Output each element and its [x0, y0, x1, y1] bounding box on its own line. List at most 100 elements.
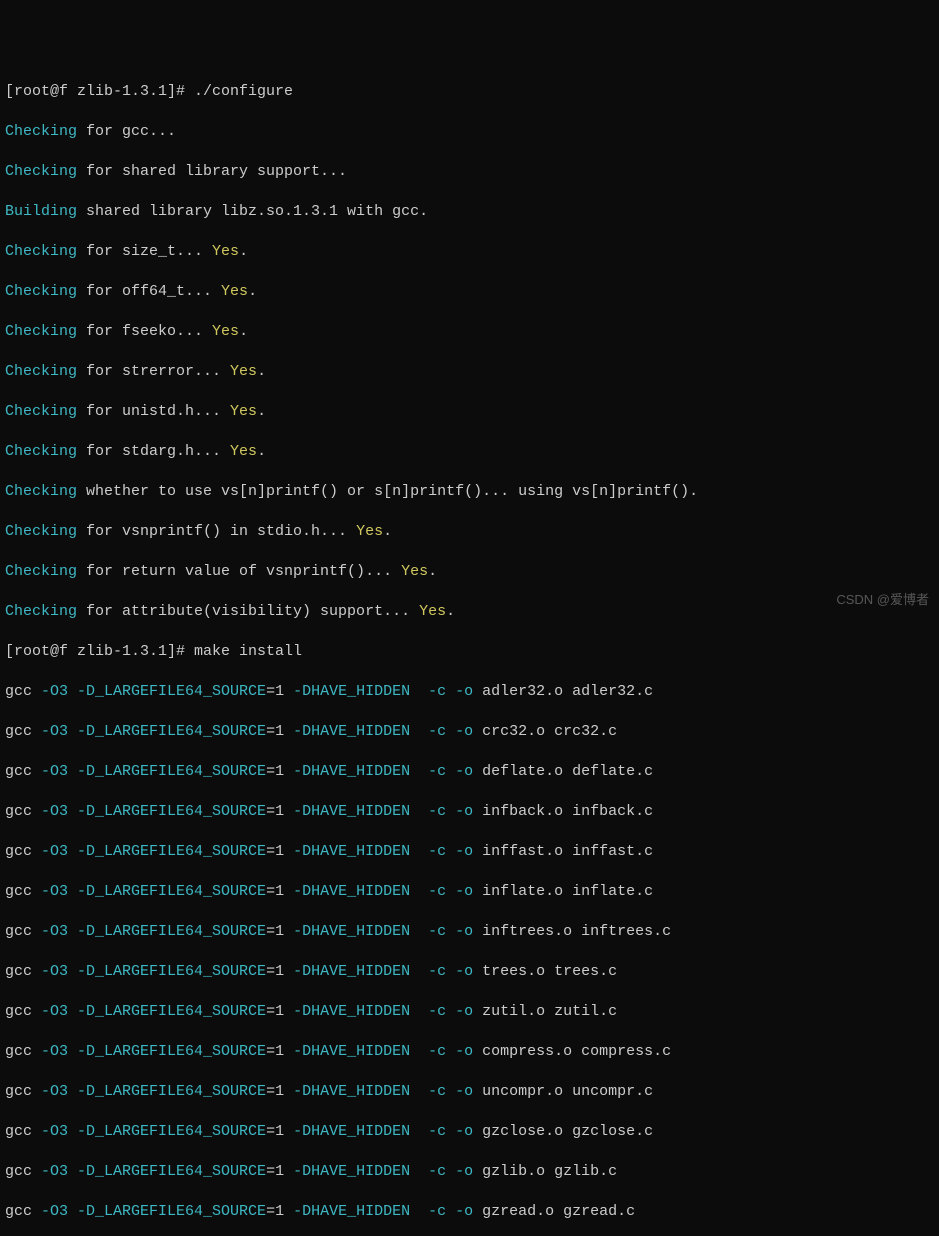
mid [410, 883, 428, 900]
dot: . [446, 603, 455, 620]
gcc-flag: -DHAVE_HIDDEN [293, 1123, 410, 1140]
gcc: gcc [5, 683, 41, 700]
terminal-line: gcc -O3 -D_LARGEFILE64_SOURCE=1 -DHAVE_H… [5, 722, 934, 742]
mid [410, 843, 428, 860]
output-text: for strerror... [77, 363, 230, 380]
status-checking: Checking [5, 323, 77, 340]
eq: =1 [266, 923, 293, 940]
mid [410, 963, 428, 980]
gcc-flag: -O3 -D_LARGEFILE64_SOURCE [41, 923, 266, 940]
mid [410, 683, 428, 700]
gcc-flag: -DHAVE_HIDDEN [293, 1043, 410, 1060]
status-checking: Checking [5, 563, 77, 580]
eq: =1 [266, 723, 293, 740]
status-checking: Checking [5, 283, 77, 300]
gcc-flag: -DHAVE_HIDDEN [293, 1083, 410, 1100]
eq: =1 [266, 763, 293, 780]
output-text: shared library libz.so.1.3.1 with gcc. [77, 203, 428, 220]
dot: . [248, 283, 257, 300]
gcc: gcc [5, 883, 41, 900]
status-yes: Yes [230, 403, 257, 420]
file: crc32.o crc32.c [473, 723, 617, 740]
status-checking: Checking [5, 123, 77, 140]
output-text: for unistd.h... [77, 403, 230, 420]
gcc: gcc [5, 843, 41, 860]
eq: =1 [266, 1003, 293, 1020]
status-checking: Checking [5, 403, 77, 420]
gcc-flag: -DHAVE_HIDDEN [293, 723, 410, 740]
gcc: gcc [5, 1043, 41, 1060]
watermark: CSDN @爱博者 [836, 590, 929, 610]
file: deflate.o deflate.c [473, 763, 653, 780]
terminal-line: gcc -O3 -D_LARGEFILE64_SOURCE=1 -DHAVE_H… [5, 1122, 934, 1142]
output-text: for return value of vsnprintf()... [77, 563, 401, 580]
gcc-flag: -DHAVE_HIDDEN [293, 843, 410, 860]
gcc: gcc [5, 963, 41, 980]
gcc-flag: -O3 -D_LARGEFILE64_SOURCE [41, 763, 266, 780]
status-yes: Yes [230, 363, 257, 380]
mid [410, 1163, 428, 1180]
gcc-flag: -O3 -D_LARGEFILE64_SOURCE [41, 843, 266, 860]
gcc-flag: -DHAVE_HIDDEN [293, 923, 410, 940]
terminal-line: gcc -O3 -D_LARGEFILE64_SOURCE=1 -DHAVE_H… [5, 1042, 934, 1062]
terminal-line: Checking for gcc... [5, 122, 934, 142]
dot: . [257, 363, 266, 380]
terminal-line: gcc -O3 -D_LARGEFILE64_SOURCE=1 -DHAVE_H… [5, 1162, 934, 1182]
status-yes: Yes [212, 243, 239, 260]
gcc-flag: -c -o [428, 1043, 473, 1060]
gcc-flag: -c -o [428, 963, 473, 980]
terminal-line: Checking for return value of vsnprintf()… [5, 562, 934, 582]
gcc-flag: -O3 -D_LARGEFILE64_SOURCE [41, 683, 266, 700]
terminal-line: gcc -O3 -D_LARGEFILE64_SOURCE=1 -DHAVE_H… [5, 1202, 934, 1222]
status-yes: Yes [221, 283, 248, 300]
prompt: [root@f zlib-1.3.1]# [5, 643, 194, 660]
terminal-line: gcc -O3 -D_LARGEFILE64_SOURCE=1 -DHAVE_H… [5, 1002, 934, 1022]
terminal-line: gcc -O3 -D_LARGEFILE64_SOURCE=1 -DHAVE_H… [5, 762, 934, 782]
terminal-line: Building shared library libz.so.1.3.1 wi… [5, 202, 934, 222]
eq: =1 [266, 1083, 293, 1100]
output-text: for stdarg.h... [77, 443, 230, 460]
gcc-flag: -c -o [428, 1163, 473, 1180]
status-yes: Yes [230, 443, 257, 460]
file: trees.o trees.c [473, 963, 617, 980]
dot: . [257, 403, 266, 420]
mid [410, 923, 428, 940]
gcc-flag: -c -o [428, 763, 473, 780]
output-text: for attribute(visibility) support... [77, 603, 419, 620]
mid [410, 1123, 428, 1140]
gcc-flag: -O3 -D_LARGEFILE64_SOURCE [41, 803, 266, 820]
output-text: for size_t... [77, 243, 212, 260]
status-checking: Checking [5, 363, 77, 380]
output-text: for off64_t... [77, 283, 221, 300]
terminal-line: Checking for size_t... Yes. [5, 242, 934, 262]
status-checking: Checking [5, 523, 77, 540]
status-building: Building [5, 203, 77, 220]
terminal-line: Checking for shared library support... [5, 162, 934, 182]
terminal-line: gcc -O3 -D_LARGEFILE64_SOURCE=1 -DHAVE_H… [5, 922, 934, 942]
gcc-flag: -DHAVE_HIDDEN [293, 763, 410, 780]
terminal-line: Checking for stdarg.h... Yes. [5, 442, 934, 462]
status-yes: Yes [419, 603, 446, 620]
file: gzread.o gzread.c [473, 1203, 635, 1220]
file: compress.o compress.c [473, 1043, 671, 1060]
gcc-flag: -c -o [428, 1003, 473, 1020]
status-checking: Checking [5, 443, 77, 460]
gcc-flag: -c -o [428, 923, 473, 940]
file: gzclose.o gzclose.c [473, 1123, 653, 1140]
gcc: gcc [5, 1003, 41, 1020]
gcc-flag: -DHAVE_HIDDEN [293, 1203, 410, 1220]
terminal-line: gcc -O3 -D_LARGEFILE64_SOURCE=1 -DHAVE_H… [5, 962, 934, 982]
eq: =1 [266, 1123, 293, 1140]
terminal-line: Checking for strerror... Yes. [5, 362, 934, 382]
dot: . [428, 563, 437, 580]
output-text: for vsnprintf() in stdio.h... [77, 523, 356, 540]
dot: . [239, 323, 248, 340]
eq: =1 [266, 883, 293, 900]
gcc-flag: -c -o [428, 883, 473, 900]
status-yes: Yes [212, 323, 239, 340]
gcc: gcc [5, 1083, 41, 1100]
gcc-flag: -c -o [428, 803, 473, 820]
terminal-line: Checking for vsnprintf() in stdio.h... Y… [5, 522, 934, 542]
gcc-flag: -c -o [428, 843, 473, 860]
eq: =1 [266, 1203, 293, 1220]
